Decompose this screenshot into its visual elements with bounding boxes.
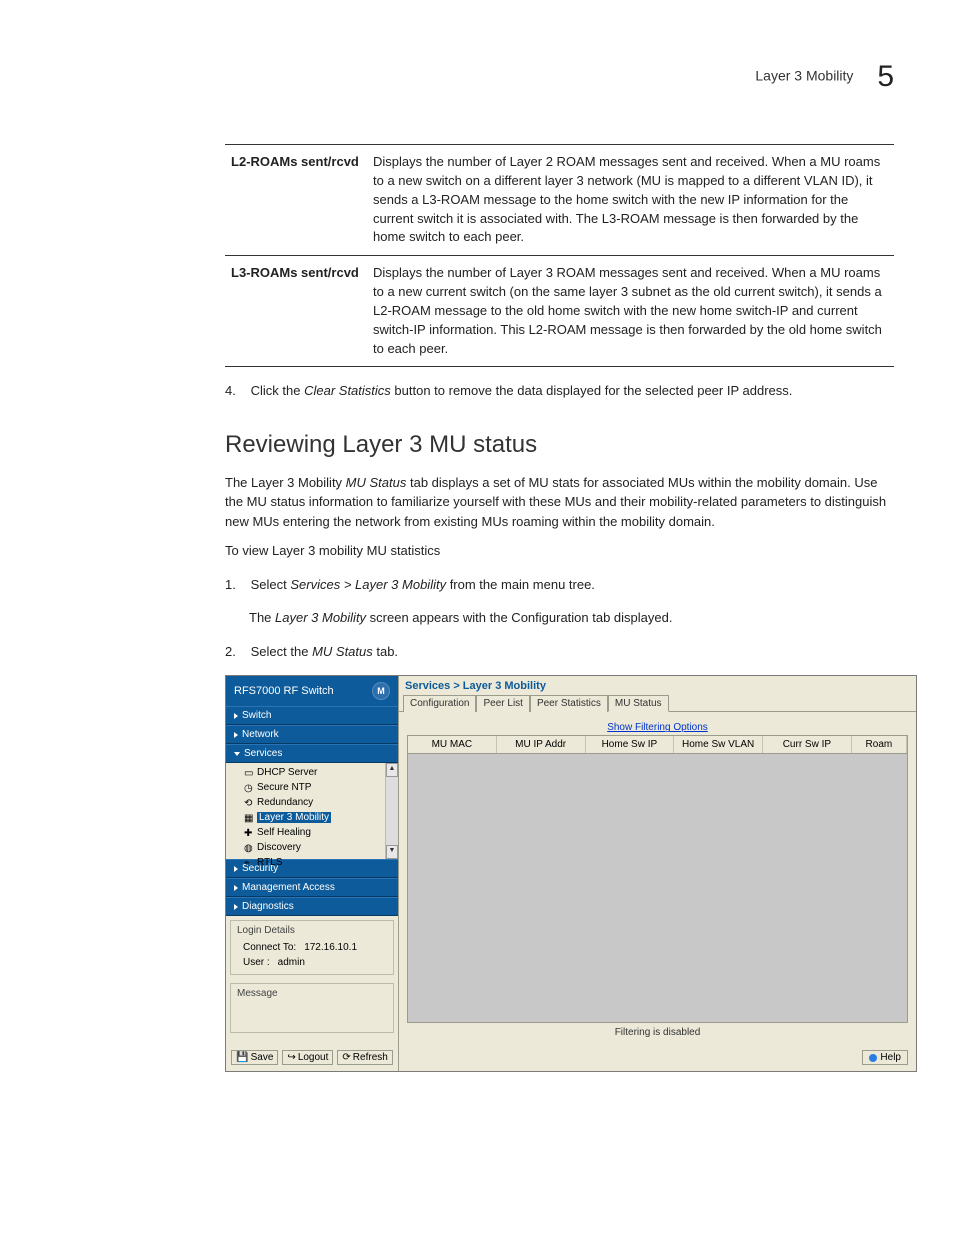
server-icon: ▭ [244,768,254,778]
login-panel-title: Login Details [237,925,387,936]
tab-mu-status[interactable]: MU Status [608,695,669,712]
tree-discovery[interactable]: ◍Discovery [230,840,394,855]
services-tree: ▭DHCP Server ◷Secure NTP ⟲Redundancy ▦La… [226,763,398,859]
intro-paragraph: The Layer 3 Mobility MU Status tab displ… [225,473,894,532]
tree-scrollbar[interactable]: ▲ ▼ [385,763,398,859]
nav-network[interactable]: Network [226,725,398,744]
scroll-down-icon[interactable]: ▼ [386,845,398,859]
tree-dhcp-server[interactable]: ▭DHCP Server [230,765,394,780]
tab-configuration[interactable]: Configuration [403,695,476,712]
col-home-sw-vlan[interactable]: Home Sw VLAN [674,736,763,753]
logout-icon: ↪ [287,1052,295,1063]
col-home-sw-ip[interactable]: Home Sw IP [586,736,675,753]
chapter-number: 5 [877,60,894,93]
tab-peer-list[interactable]: Peer List [476,695,529,712]
col-roam[interactable]: Roam [852,736,907,753]
message-panel: Message [230,983,394,1033]
sidebar-footer: 💾Save ↪Logout ⟳Refresh [226,1044,398,1071]
nav-diagnostics[interactable]: Diagnostics [226,897,398,916]
help-icon [869,1054,877,1062]
tree-rtls[interactable]: ⌖RTLS [230,855,394,870]
brand-bar: RFS7000 RF Switch M [226,676,398,706]
tree-redundancy[interactable]: ⟲Redundancy [230,795,394,810]
mobility-icon: ▦ [244,813,254,823]
nav-services[interactable]: Services [226,744,398,763]
breadcrumb: Services > Layer 3 Mobility [399,676,916,694]
step-4: 4. Click the Clear Statistics button to … [225,381,894,401]
brand-text: RFS7000 RF Switch [234,685,334,697]
nav-management-access[interactable]: Management Access [226,878,398,897]
brand-logo-icon: M [372,682,390,700]
connect-value: 172.16.10.1 [304,942,357,953]
nav-switch[interactable]: Switch [226,706,398,725]
heal-icon: ✚ [244,828,254,838]
tab-peer-statistics[interactable]: Peer Statistics [530,695,608,712]
user-value: admin [278,957,305,968]
logout-button[interactable]: ↪Logout [282,1050,333,1065]
help-button[interactable]: Help [862,1050,908,1065]
lock-icon: ⟲ [244,798,254,808]
header-title: Layer 3 Mobility [755,68,853,84]
connect-label: Connect To: [243,942,296,953]
save-icon: 💾 [236,1052,248,1063]
tree-self-healing[interactable]: ✚Self Healing [230,825,394,840]
app-window: RFS7000 RF Switch M Switch Network Servi… [225,675,917,1072]
desc-cell: Displays the number of Layer 2 ROAM mess… [367,145,894,256]
main-pane: Services > Layer 3 Mobility Configuratio… [399,676,916,1071]
scroll-up-icon[interactable]: ▲ [386,763,398,777]
col-mu-mac[interactable]: MU MAC [408,736,497,753]
definition-table: L2-ROAMs sent/rcvd Displays the number o… [225,144,894,367]
login-details-panel: Login Details Connect To: 172.16.10.1 Use… [230,920,394,975]
tab-bar: Configuration Peer List Peer Statistics … [399,694,916,712]
filter-status-text: Filtering is disabled [407,1023,908,1042]
step-2: 2. Select the MU Status tab. [225,642,894,662]
show-filtering-options-link[interactable]: Show Filtering Options [407,720,908,735]
step-number: 4. [225,381,247,401]
main-footer: Help [399,1046,916,1071]
mu-status-grid: MU MAC MU IP Addr Home Sw IP Home Sw VLA… [407,735,908,1023]
table-row: L3-ROAMs sent/rcvd Displays the number o… [225,256,894,367]
step-1: 1. Select Services > Layer 3 Mobility fr… [225,575,894,595]
clock-icon: ◷ [244,783,254,793]
step-1-result: The Layer 3 Mobility screen appears with… [249,608,894,628]
refresh-icon: ⟳ [342,1052,350,1063]
grid-body [408,754,907,1022]
col-curr-sw-ip[interactable]: Curr Sw IP [763,736,852,753]
grid-header: MU MAC MU IP Addr Home Sw IP Home Sw VLA… [408,736,907,754]
tree-secure-ntp[interactable]: ◷Secure NTP [230,780,394,795]
col-mu-ip[interactable]: MU IP Addr [497,736,586,753]
globe-icon: ◍ [244,843,254,853]
save-button[interactable]: 💾Save [231,1050,278,1065]
running-header: Layer 3 Mobility 5 [60,60,894,94]
tree-layer3-mobility[interactable]: ▦Layer 3 Mobility [230,810,394,825]
user-label: User : [243,957,270,968]
term-cell: L2-ROAMs sent/rcvd [225,145,367,256]
table-row: L2-ROAMs sent/rcvd Displays the number o… [225,145,894,256]
term-cell: L3-ROAMs sent/rcvd [225,256,367,367]
section-heading: Reviewing Layer 3 MU status [225,431,894,459]
lead-line: To view Layer 3 mobility MU statistics [225,541,894,561]
desc-cell: Displays the number of Layer 3 ROAM mess… [367,256,894,367]
refresh-button[interactable]: ⟳Refresh [337,1050,392,1065]
message-panel-title: Message [237,988,387,999]
location-icon: ⌖ [244,858,254,868]
sidebar: RFS7000 RF Switch M Switch Network Servi… [226,676,399,1071]
